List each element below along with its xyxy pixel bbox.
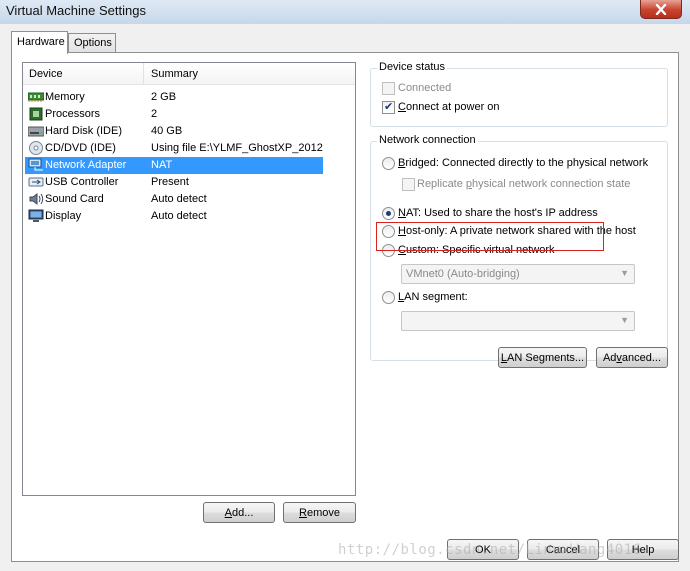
checkmark-icon: ✔	[384, 101, 394, 113]
device-name: Memory	[45, 91, 85, 103]
chevron-down-icon: ▼	[620, 315, 629, 325]
device-name: Processors	[45, 108, 101, 120]
list-header: Device Summary	[23, 63, 355, 85]
lan-segments-button[interactable]: L AN Segments...	[498, 347, 587, 368]
device-summary: 2	[151, 108, 158, 120]
lan-segment-dropdown[interactable]: ▼	[401, 311, 635, 331]
device-row-hard-disk[interactable]: Hard Disk (IDE) 40 GB	[25, 123, 323, 140]
hardware-panel: Device Summary Memory 2 GB Processors 2 …	[11, 52, 679, 562]
device-name: Network Adapter	[45, 159, 127, 171]
device-row-sound-card[interactable]: Sound Card Auto detect	[25, 191, 323, 208]
nat-highlight-annotation	[376, 222, 604, 251]
tab-options[interactable]: Options	[68, 33, 116, 53]
device-summary: NAT	[151, 159, 173, 171]
device-row-processors[interactable]: Processors 2	[25, 106, 323, 123]
device-summary: Auto detect	[151, 193, 207, 205]
connect-at-power-on-label: Connect at power on	[398, 101, 500, 113]
connected-checkbox[interactable]	[382, 82, 395, 95]
device-row-memory[interactable]: Memory 2 GB	[25, 89, 323, 106]
lan-segment-label: LAN segment:	[398, 291, 468, 303]
device-row-display[interactable]: Display Auto detect	[25, 208, 323, 225]
custom-network-dropdown[interactable]: VMnet0 (Auto-bridging) ▼	[401, 264, 635, 284]
device-status-title: Device status	[377, 61, 448, 73]
device-summary: Using file E:\YLMF_GhostXP_2012...	[151, 142, 323, 154]
network-connection-group: Network connection Bridged: Connected di…	[370, 134, 668, 361]
radio-selected-dot	[386, 211, 391, 216]
connect-at-power-on-checkbox[interactable]: ✔	[382, 101, 395, 114]
device-summary: 40 GB	[151, 125, 183, 137]
device-summary: Present	[151, 176, 189, 188]
nat-radio[interactable]	[382, 207, 395, 220]
device-name: Sound Card	[45, 193, 104, 205]
tab-hardware[interactable]: Hardware	[11, 31, 68, 54]
cd-dvd-icon	[29, 141, 43, 155]
close-icon	[655, 3, 667, 15]
device-list[interactable]: Device Summary Memory 2 GB Processors 2 …	[22, 62, 356, 496]
device-name: Display	[45, 210, 82, 222]
sound-card-icon	[29, 193, 44, 205]
chevron-down-icon: ▼	[620, 268, 629, 278]
column-header-summary[interactable]: Summary	[151, 68, 198, 80]
watermark-text: http://blog.csdn.net/LinuxWang4016	[338, 542, 642, 558]
remove-button[interactable]: Remove	[283, 502, 356, 523]
network-adapter-icon	[28, 158, 43, 171]
device-summary: 2 GB	[151, 91, 177, 103]
nat-label: NAT: Used to share the host's IP address	[398, 207, 598, 219]
usb-icon	[28, 177, 44, 187]
device-name: USB Controller	[45, 176, 119, 188]
column-header-device[interactable]: Device	[29, 68, 63, 80]
device-name: Hard Disk (IDE)	[45, 125, 123, 137]
device-row-network-adapter[interactable]: Network Adapter NAT	[25, 157, 323, 174]
title-bar: Virtual Machine Settings	[0, 0, 690, 24]
device-status-group: Device status Connected ✔ Connect at pow…	[370, 61, 668, 127]
device-summary: Auto detect	[151, 210, 207, 222]
custom-network-value: VMnet0 (Auto-bridging)	[406, 268, 520, 280]
lan-segment-radio[interactable]	[382, 291, 395, 304]
device-name: CD/DVD (IDE)	[45, 142, 116, 154]
display-icon	[28, 209, 44, 222]
connected-label: Connected	[398, 82, 452, 94]
dialog-body: Hardware Options Device Summary Memory 2…	[0, 24, 690, 571]
replicate-label: Replicate physical network connection st…	[417, 178, 631, 190]
add-button[interactable]: Add...	[203, 502, 275, 523]
column-divider[interactable]	[143, 63, 144, 85]
processor-icon	[29, 107, 43, 121]
bridged-radio[interactable]	[382, 157, 395, 170]
device-row-cd-dvd[interactable]: CD/DVD (IDE) Using file E:\YLMF_GhostXP_…	[25, 140, 323, 157]
close-button[interactable]	[640, 0, 682, 19]
advanced-button[interactable]: Ad v anced...	[596, 347, 668, 368]
memory-icon	[28, 92, 44, 102]
bridged-label: Bridged: Connected directly to the physi…	[398, 157, 649, 169]
window-title: Virtual Machine Settings	[6, 3, 146, 18]
network-connection-title: Network connection	[377, 134, 478, 146]
hard-disk-icon	[28, 126, 44, 137]
device-row-usb-controller[interactable]: USB Controller Present	[25, 174, 323, 191]
replicate-checkbox[interactable]	[402, 178, 415, 191]
